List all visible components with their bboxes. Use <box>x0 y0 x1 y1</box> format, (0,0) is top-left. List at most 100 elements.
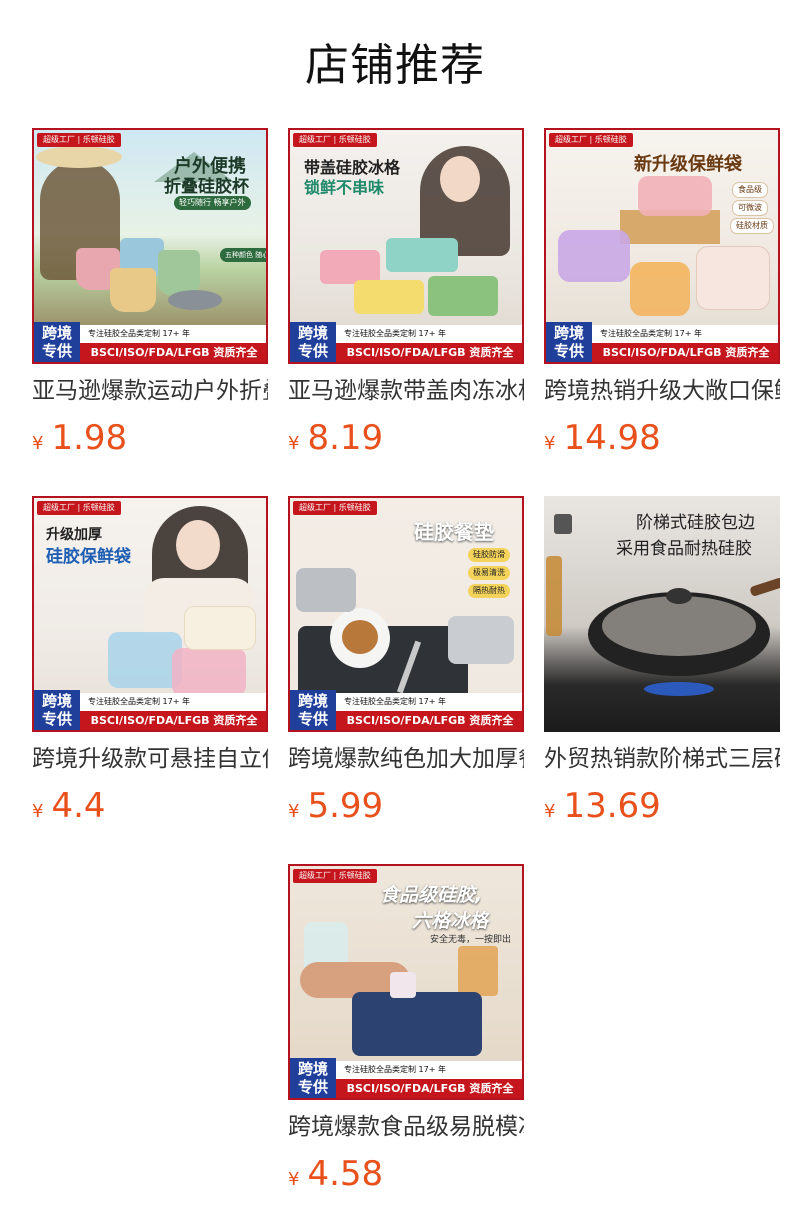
custom-banner: 专注硅胶全品类定制 17+ 年 <box>336 325 522 343</box>
ice-cube <box>390 972 416 998</box>
color-chip: 五种颜色 随心选择 <box>220 248 266 262</box>
bag-purple <box>558 230 630 282</box>
currency-symbol: ¥ <box>544 433 556 454</box>
image-tagline: 轻巧随行 畅享户外 <box>174 196 251 210</box>
face-shape <box>176 520 220 570</box>
factory-badge: 超级工厂 | 乐顿硅胶 <box>293 869 377 883</box>
product-card[interactable]: 阶梯式硅胶包边 采用食品耐热硅胶 外贸热销款阶梯式三层硅胶锅盖 ¥13.69 <box>544 496 780 836</box>
hat-shape <box>36 146 122 168</box>
product-card[interactable]: 超级工厂 | 乐顿硅胶 新升级保鲜袋 食品级 可微波 硅胶材质 跨境 专供 专注硅… <box>544 128 780 468</box>
food <box>342 620 378 654</box>
cert-banner: BSCI/ISO/FDA/LFGB 资质齐全 <box>336 343 522 362</box>
price-value: 4.58 <box>307 1154 384 1194</box>
product-image[interactable]: 超级工厂 | 乐顿硅胶 硅胶餐垫 硅胶防滑 极易清洗 隔热耐热 跨境 专供 专注硅… <box>288 496 524 732</box>
ice-tray-teal <box>386 238 458 272</box>
product-image[interactable]: 超级工厂 | 乐顿硅胶 带盖硅胶冰格 锁鲜不串味 跨境 专供 专注硅胶全品类定制 … <box>288 128 524 364</box>
currency-symbol: ¥ <box>544 801 556 822</box>
product-price: ¥14.98 <box>544 416 661 460</box>
factory-badge: 超级工厂 | 乐顿硅胶 <box>293 133 377 147</box>
page-title: 店铺推荐 <box>305 40 485 91</box>
custom-banner: 专注硅胶全品类定制 17+ 年 <box>336 1061 522 1079</box>
cert-banner: BSCI/ISO/FDA/LFGB 资质齐全 <box>336 711 522 730</box>
product-card[interactable]: 超级工厂 | 乐顿硅胶 硅胶餐垫 硅胶防滑 极易清洗 隔热耐热 跨境 专供 专注硅… <box>288 496 524 836</box>
cross-border-label: 跨境 专供 <box>290 322 336 362</box>
price-value: 5.99 <box>307 786 384 826</box>
product-title[interactable]: 外贸热销款阶梯式三层硅胶锅盖 <box>544 743 780 775</box>
custom-banner: 专注硅胶全品类定制 17+ 年 <box>80 693 266 711</box>
custom-banner: 专注硅胶全品类定制 17+ 年 <box>592 325 778 343</box>
cross-border-label: 跨境 专供 <box>34 690 80 730</box>
image-headline-2: 采用食品耐热硅胶 <box>616 539 752 559</box>
product-title[interactable]: 跨境爆款纯色加大加厚餐垫 <box>288 743 524 775</box>
factory-badge: 超级工厂 | 乐顿硅胶 <box>293 501 377 515</box>
product-image[interactable]: 超级工厂 | 乐顿硅胶 食品级硅胶, 六格冰格 安全无毒，一按即出 跨境 专供 专… <box>288 864 524 1100</box>
image-headline: 硅胶餐垫 <box>414 520 494 544</box>
product-image[interactable]: 超级工厂 | 乐顿硅胶 新升级保鲜袋 食品级 可微波 硅胶材质 跨境 专供 专注硅… <box>544 128 780 364</box>
lid-knob <box>666 588 692 604</box>
product-card[interactable]: 超级工厂 | 乐顿硅胶 户外便携 折叠硅胶杯 轻巧随行 畅享户外 五种颜色 随心… <box>32 128 268 468</box>
price-value: 13.69 <box>563 786 661 826</box>
currency-symbol: ¥ <box>288 1169 300 1190</box>
image-headline: 新升级保鲜袋 <box>634 154 742 175</box>
cert-banner: BSCI/ISO/FDA/LFGB 资质齐全 <box>80 711 266 730</box>
feature-chip: 极易清洗 <box>468 566 510 580</box>
price-value: 8.19 <box>307 418 384 458</box>
burner-flame <box>644 682 714 696</box>
currency-symbol: ¥ <box>32 433 44 454</box>
cross-border-label: 跨境 专供 <box>290 1058 336 1098</box>
image-headline-2: 六格冰格 <box>412 910 489 932</box>
product-title[interactable]: 亚马逊爆款运动户外折叠硅胶杯 <box>32 375 268 407</box>
feature-chip: 可微波 <box>732 200 768 216</box>
cross-border-label: 跨境 专供 <box>546 322 592 362</box>
image-headline-2: 硅胶保鲜袋 <box>46 547 131 567</box>
product-image[interactable]: 阶梯式硅胶包边 采用食品耐热硅胶 <box>544 496 780 732</box>
price-value: 1.98 <box>51 418 128 458</box>
product-card[interactable]: 超级工厂 | 乐顿硅胶 带盖硅胶冰格 锁鲜不串味 跨境 专供 专注硅胶全品类定制 … <box>288 128 524 468</box>
bag-blue <box>108 632 182 688</box>
price-value: 4.4 <box>51 786 106 826</box>
ice-tray-pink <box>320 250 380 284</box>
custom-banner: 专注硅胶全品类定制 17+ 年 <box>336 693 522 711</box>
cup-yellow <box>110 268 156 312</box>
product-card[interactable]: 超级工厂 | 乐顿硅胶 食品级硅胶, 六格冰格 安全无毒，一按即出 跨境 专供 专… <box>288 864 524 1204</box>
product-card[interactable]: 超级工厂 | 乐顿硅胶 升级加厚 硅胶保鲜袋 跨境 专供 专注硅胶全品类定制 17… <box>32 496 268 836</box>
pot-right <box>448 616 514 664</box>
currency-symbol: ¥ <box>32 801 44 822</box>
oil-bottle <box>546 556 562 636</box>
product-title[interactable]: 跨境升级款可悬挂自立保鲜袋 <box>32 743 268 775</box>
face-shape <box>440 156 480 202</box>
product-price: ¥8.19 <box>288 416 383 460</box>
image-headline-2: 锁鲜不串味 <box>304 178 385 197</box>
product-image[interactable]: 超级工厂 | 乐顿硅胶 户外便携 折叠硅胶杯 轻巧随行 畅享户外 五种颜色 随心… <box>32 128 268 364</box>
feature-chip: 硅胶防滑 <box>468 548 510 562</box>
cert-banner: BSCI/ISO/FDA/LFGB 资质齐全 <box>80 343 266 362</box>
bag-orange <box>630 262 690 316</box>
glass-drink <box>458 946 498 996</box>
image-headline: 阶梯式硅胶包边 <box>636 513 755 533</box>
cross-border-label: 跨境 专供 <box>290 690 336 730</box>
currency-symbol: ¥ <box>288 801 300 822</box>
image-headline-2: 折叠硅胶杯 <box>164 177 249 197</box>
wok-handle <box>749 576 780 598</box>
custom-banner: 专注硅胶全品类定制 17+ 年 <box>80 325 266 343</box>
product-price: ¥1.98 <box>32 416 127 460</box>
brand-icon <box>554 514 572 534</box>
factory-badge: 超级工厂 | 乐顿硅胶 <box>37 133 121 147</box>
wok-lid <box>602 596 756 656</box>
pot-left <box>296 568 356 612</box>
product-price: ¥4.4 <box>32 784 106 828</box>
ice-tray-yellow <box>354 280 424 314</box>
product-title[interactable]: 跨境爆款食品级易脱模冰格 <box>288 1111 524 1143</box>
product-image[interactable]: 超级工厂 | 乐顿硅胶 升级加厚 硅胶保鲜袋 跨境 专供 专注硅胶全品类定制 17… <box>32 496 268 732</box>
product-title[interactable]: 亚马逊爆款带盖肉冻冰格 <box>288 375 524 407</box>
cert-banner: BSCI/ISO/FDA/LFGB 资质齐全 <box>592 343 778 362</box>
factory-badge: 超级工厂 | 乐顿硅胶 <box>549 133 633 147</box>
ice-tray-navy <box>352 992 482 1056</box>
currency-symbol: ¥ <box>288 433 300 454</box>
factory-badge: 超级工厂 | 乐顿硅胶 <box>37 501 121 515</box>
bag-pink <box>172 648 246 696</box>
product-price: ¥4.58 <box>288 1152 383 1196</box>
product-title[interactable]: 跨境热销升级大敞口保鲜袋 <box>544 375 780 407</box>
product-price: ¥5.99 <box>288 784 383 828</box>
image-tagline: 安全无毒，一按即出 <box>430 935 512 945</box>
